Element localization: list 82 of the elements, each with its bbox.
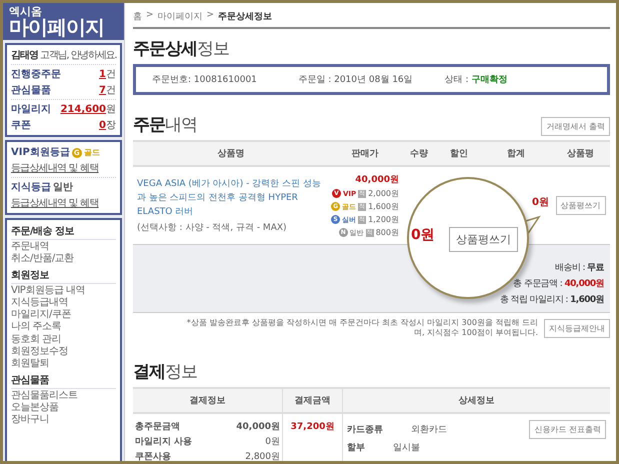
order-info: 상태 : 구매확정 <box>444 74 508 86</box>
breadcrumb-separator: > <box>146 10 154 22</box>
grade-link[interactable]: 등급상세내역 및 혜택 <box>11 161 116 175</box>
section-title: 결제정보 <box>133 361 198 383</box>
column-header: 상품명 <box>133 142 329 167</box>
menu-heading: 회원정보 <box>11 266 116 284</box>
stat-label: 관심물품 <box>11 84 51 97</box>
total-amount: 0원 <box>532 196 549 209</box>
tier-amount: 2,000원 <box>368 188 399 199</box>
stat-value: 0장 <box>99 119 116 132</box>
section-title: 주문내역 <box>133 114 197 136</box>
column-header: 합계 <box>481 142 551 167</box>
product-link[interactable]: VEGA ASIA (베가 아시아) - 강력한 스핀 성능과 높은 스피드의 전천후 공격형 HYPER ELASTO 러버 <box>137 177 325 219</box>
menu-item[interactable]: VIP회원등급 내역 <box>11 284 116 297</box>
menu-item[interactable]: 회원탈퇴 <box>11 358 116 371</box>
detail-label: 카드종류 <box>347 424 383 436</box>
column-header: 결제금액 <box>283 389 343 414</box>
menu-item[interactable]: 지식등급내역 <box>11 296 116 310</box>
magnified-amount: 0원 <box>411 226 435 244</box>
detail-value: 일시불 <box>393 442 420 454</box>
menu-heading: 주문/배송 정보 <box>11 222 116 240</box>
menu-item[interactable]: 취소/반품/교환 <box>11 253 116 266</box>
grade-label: 지식등급 <box>11 181 51 194</box>
payment-value: 2,800원 <box>245 451 280 461</box>
summary-line: 총 적립 마일리지 : 1,600원 <box>500 294 604 306</box>
column-header: 할인 <box>437 142 481 167</box>
order-info: 주문일 : 2010년 08월 16일 <box>298 74 414 86</box>
breadcrumb-link[interactable]: 홈 <box>133 10 142 23</box>
menu-item[interactable]: 장바구니 <box>11 414 116 427</box>
summary-line: 배송비 : 무료 <box>555 262 604 274</box>
payment-amount: 37,200원 <box>290 421 334 433</box>
product-option: (선택사항 : 사양 - 적색, 규격 - MAX) <box>137 221 287 234</box>
payment-label: 쿠폰사용 <box>135 451 171 461</box>
user-name: 김태영 <box>11 49 38 62</box>
grade-value: 일반 <box>53 181 73 194</box>
breadcrumb-link[interactable]: 마이페이지 <box>158 10 203 23</box>
menu-item[interactable]: 주문내역 <box>11 241 116 254</box>
menu-item[interactable]: 관심물품리스트 <box>11 390 116 402</box>
menu-item[interactable]: 나의 주소록 <box>11 321 116 334</box>
tier-amount: 1,600원 <box>368 201 399 212</box>
stat-value: 1건 <box>99 68 116 81</box>
page-title: 주문상세정보 <box>133 38 230 60</box>
menu-item[interactable]: 오늘본상품 <box>11 402 116 414</box>
stat-value: 7건 <box>99 84 116 97</box>
order-info: 주문번호: 10081610001 <box>152 74 258 86</box>
detail-value: 외환카드 <box>411 424 447 436</box>
column-header: 상세정보 <box>343 389 610 414</box>
stat-label: 마일리지 <box>11 103 51 116</box>
price: 40,000원 <box>355 174 399 186</box>
tier-amount: 800원 <box>376 227 399 238</box>
payment-value: 40,000원 <box>236 421 280 433</box>
tier-amount: 1,200원 <box>368 214 399 225</box>
breadcrumb-link[interactable]: 주문상세정보 <box>218 10 272 23</box>
magnified-review-button[interactable]: 상품평쓰기 <box>449 227 518 252</box>
grade-label: VIP회원등급 <box>11 146 70 159</box>
breadcrumb-separator: > <box>206 10 214 22</box>
payment-value: 0원 <box>265 436 280 448</box>
grade-name: 골드 <box>84 147 100 158</box>
menu-item[interactable]: 회원정보수정 <box>11 346 116 358</box>
brand-title: 마이페이지 <box>9 17 105 37</box>
print-button[interactable]: 거래명세서 출력 <box>541 117 610 136</box>
stat-label: 진행중주문 <box>11 68 61 81</box>
column-header: 판매가 <box>329 142 401 167</box>
column-header: 결제정보 <box>133 389 283 414</box>
menu-item[interactable]: 마일리지/쿠폰 <box>11 309 116 322</box>
detail-label: 할부 <box>347 442 365 454</box>
payment-label: 마일리지 사용 <box>135 436 192 448</box>
menu-heading: 관심물품 <box>11 370 116 389</box>
column-header: 수량 <box>401 142 437 167</box>
grade-link[interactable]: 등급상세내역 및 혜택 <box>11 196 116 210</box>
menu-item[interactable]: 동호회 관리 <box>11 334 116 346</box>
payment-label: 총주문금액 <box>135 421 180 433</box>
stat-label: 쿠폰 <box>11 119 31 132</box>
guide-button[interactable]: 지식등급제안내 <box>544 318 610 338</box>
review-note: *상품 발송완료후 상품평을 작성하시면 매 주문건마다 최초 작성시 마일리지 300원을 적립해 드리며, 지식점수 100점이 부여됩니다. <box>186 318 538 338</box>
receipt-button[interactable]: 신용카드 전표출력 <box>529 420 606 439</box>
greeting: 고객님, 안녕하세요. <box>40 49 116 62</box>
column-header: 상품평 <box>551 142 610 167</box>
brand-subtitle: 엑시옴 <box>9 6 43 17</box>
summary-line: 총 주문금액 : 40,000원 <box>513 278 604 290</box>
stat-value: 214,600원 <box>60 103 116 116</box>
review-button[interactable]: 상품평쓰기 <box>556 196 606 215</box>
